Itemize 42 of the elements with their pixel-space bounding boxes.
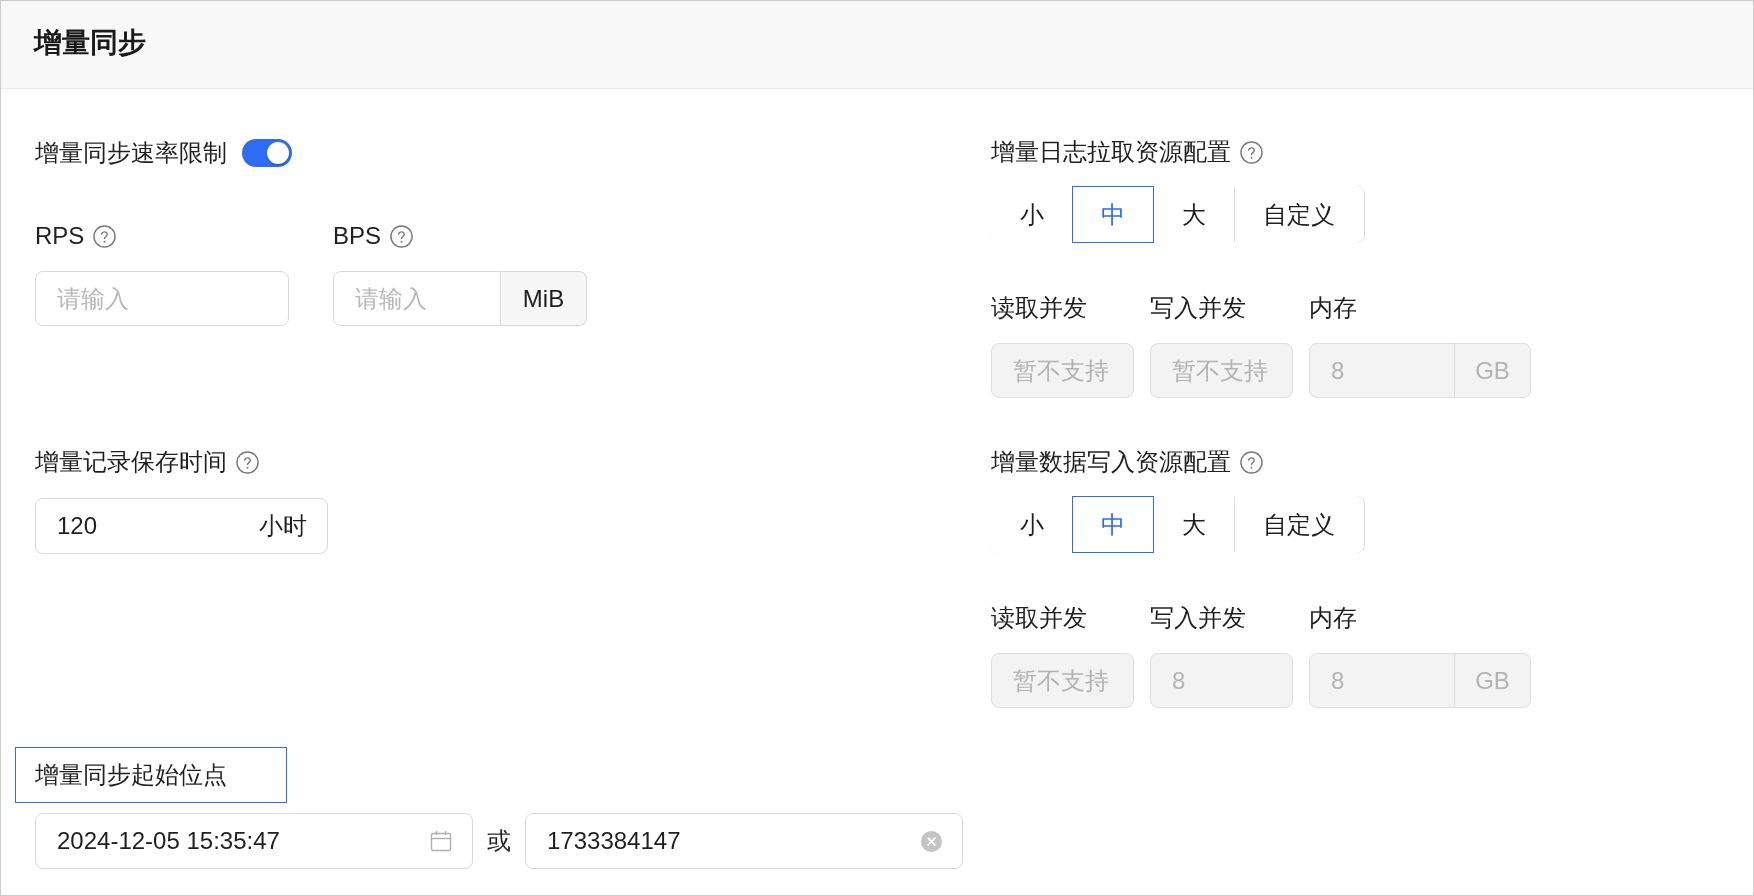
field-label: 内存 [1309,293,1357,323]
datetime-input[interactable]: 2024-12-05 15:35:47 [35,813,473,869]
size-option[interactable]: 大 [1153,186,1235,243]
help-icon[interactable] [1240,450,1263,474]
field-label: 增量数据写入资源配置 [991,447,1231,477]
unit-addon: GB [1455,653,1531,708]
field-label: 增量记录保存时间 [35,447,227,477]
size-option[interactable]: 中 [1072,496,1154,553]
text-input[interactable]: 1733384147 [547,825,911,857]
unit-label: 小时 [259,511,307,541]
size-option[interactable]: 自定义 [1234,496,1364,553]
unit-addon: GB [1455,343,1531,398]
calendar-icon[interactable] [430,830,452,852]
help-icon[interactable] [236,450,259,474]
size-option[interactable]: 大 [1153,496,1235,553]
text-input[interactable]: 2024-12-05 15:35:47 [57,825,420,857]
field-label: 读取并发 [991,293,1087,323]
field-label: 内存 [1309,603,1357,633]
unit-addon: MiB [501,271,587,326]
toggle-switch[interactable] [242,139,292,167]
field-label: 增量同步起始位点 [15,747,287,803]
field-label: BPS [333,221,382,251]
field-label: RPS [35,221,85,251]
help-icon[interactable] [93,224,117,248]
field-label: 增量同步速率限制 [35,138,227,168]
section-title: 增量同步 [34,25,146,60]
retention-input[interactable]: 120 小时 [35,498,328,554]
separator-label: 或 [487,826,511,856]
size-option[interactable]: 中 [1072,186,1154,243]
field-label: 写入并发 [1150,293,1246,323]
field-label: 读取并发 [991,603,1087,633]
text-input[interactable]: 120 [57,510,249,542]
size-option[interactable]: 小 [991,496,1073,553]
size-option[interactable]: 自定义 [1234,186,1364,243]
field-label: 写入并发 [1150,603,1246,633]
timestamp-input[interactable]: 1733384147 [525,813,963,869]
size-option[interactable]: 小 [991,186,1073,243]
field-label: 增量日志拉取资源配置 [991,137,1231,167]
help-icon[interactable] [390,224,414,248]
text-input[interactable]: 请输入 [35,271,289,326]
help-icon[interactable] [1240,140,1263,164]
text-input[interactable]: 请输入 [333,271,501,326]
